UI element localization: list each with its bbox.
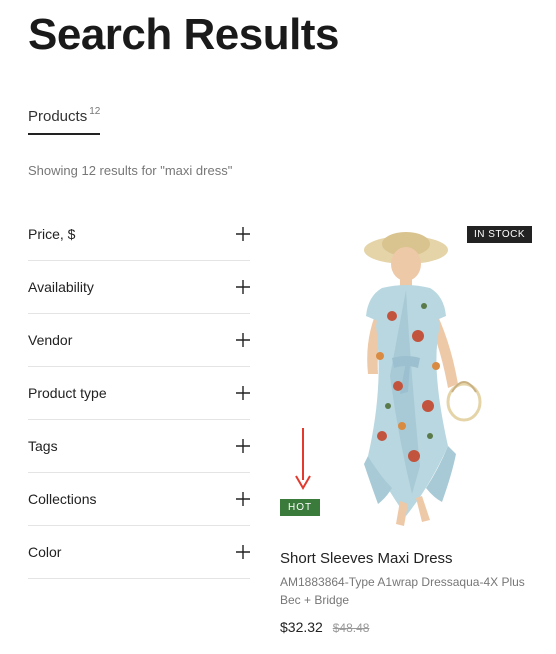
filter-label: Vendor bbox=[28, 332, 72, 348]
filter-availability[interactable]: Availability bbox=[28, 261, 250, 314]
filter-tags[interactable]: Tags bbox=[28, 420, 250, 473]
filter-price[interactable]: Price, $ bbox=[28, 226, 250, 261]
page-title: Search Results bbox=[28, 10, 528, 60]
tab-products[interactable]: Products 12 bbox=[28, 108, 100, 135]
price-original: $48.48 bbox=[333, 621, 370, 635]
tab-count: 12 bbox=[89, 106, 100, 117]
plus-icon bbox=[236, 386, 250, 400]
filter-label: Tags bbox=[28, 438, 58, 454]
plus-icon bbox=[236, 492, 250, 506]
product-illustration bbox=[280, 226, 532, 528]
plus-icon bbox=[236, 227, 250, 241]
filter-label: Color bbox=[28, 544, 61, 560]
product-subtitle: AM1883864-Type A1wrap Dressaqua-4X Plus … bbox=[280, 573, 532, 609]
product-price: $32.32 $48.48 bbox=[280, 619, 532, 635]
plus-icon bbox=[236, 280, 250, 294]
instock-badge: IN STOCK bbox=[467, 226, 532, 243]
filter-label: Availability bbox=[28, 279, 94, 295]
filter-label: Product type bbox=[28, 385, 107, 401]
filter-vendor[interactable]: Vendor bbox=[28, 314, 250, 367]
plus-icon bbox=[236, 545, 250, 559]
filter-product-type[interactable]: Product type bbox=[28, 367, 250, 420]
filter-sidebar: Price, $ Availability Vendor Product typ… bbox=[28, 226, 250, 579]
filter-collections[interactable]: Collections bbox=[28, 473, 250, 526]
showing-text: Showing 12 results for "maxi dress" bbox=[28, 163, 528, 178]
plus-icon bbox=[236, 333, 250, 347]
product-name[interactable]: Short Sleeves Maxi Dress bbox=[280, 550, 532, 567]
plus-icon bbox=[236, 439, 250, 453]
tab-label: Products bbox=[28, 108, 87, 125]
filter-label: Price, $ bbox=[28, 226, 75, 242]
price-sale: $32.32 bbox=[280, 619, 323, 635]
tabs: Products 12 bbox=[28, 108, 528, 135]
filter-color[interactable]: Color bbox=[28, 526, 250, 579]
filter-label: Collections bbox=[28, 491, 96, 507]
product-image[interactable]: IN STOCK HOT bbox=[280, 226, 532, 528]
product-card[interactable]: IN STOCK HOT bbox=[280, 226, 532, 635]
hot-badge: HOT bbox=[280, 499, 320, 516]
